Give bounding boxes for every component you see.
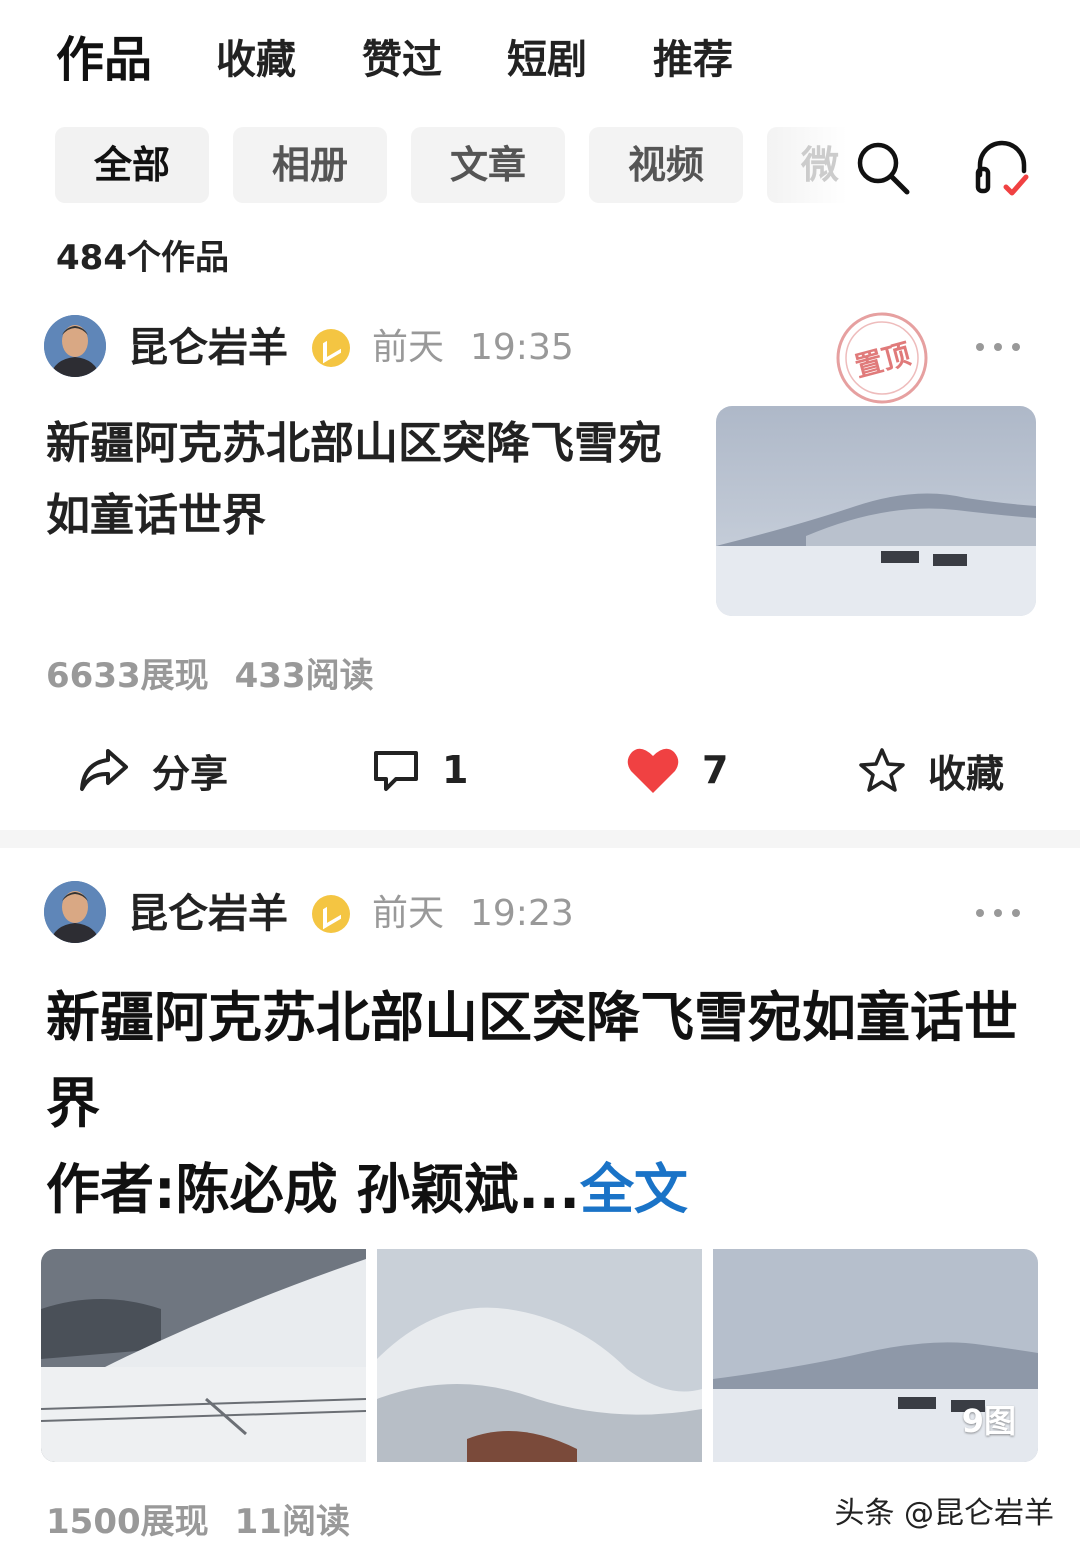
- post-day: 前天: [372, 893, 445, 934]
- gallery-image-1[interactable]: [41, 1249, 366, 1462]
- tab-short-drama[interactable]: 短剧: [507, 30, 587, 90]
- heart-icon: [627, 748, 679, 793]
- tab-liked[interactable]: 赞过: [362, 30, 442, 90]
- favorite-label: 收藏: [928, 751, 1005, 796]
- filter-articles[interactable]: 文章: [411, 127, 565, 203]
- verified-icon: [312, 329, 350, 367]
- filter-micro[interactable]: 微: [767, 127, 847, 203]
- impressions-count: 6633展现: [46, 656, 209, 696]
- star-icon: [859, 748, 905, 792]
- post-author-line: 作者:陈必成 孙颖斌...全文: [46, 1158, 688, 1221]
- impressions-count: 1500展现: [46, 1502, 209, 1542]
- post-stats: 6633展现 433阅读: [46, 648, 374, 697]
- pinned-stamp-icon: 置顶: [836, 312, 928, 404]
- full-text-link[interactable]: 全文: [580, 1158, 688, 1221]
- author-avatar[interactable]: [44, 881, 106, 943]
- favorite-button[interactable]: 收藏: [858, 730, 1004, 810]
- comment-button[interactable]: 1: [372, 730, 468, 810]
- headset-icon[interactable]: [972, 137, 1032, 197]
- post-day: 前天: [372, 327, 445, 368]
- share-label: 分享: [152, 751, 229, 796]
- watermark: 头条 @昆仑岩羊: [834, 1496, 1054, 1531]
- gallery-image-3[interactable]: 9图: [713, 1249, 1038, 1462]
- tab-works[interactable]: 作品: [56, 30, 152, 90]
- like-button[interactable]: 7: [626, 730, 728, 810]
- post-title[interactable]: 新疆阿克苏北部山区突降飞雪宛如童话世界: [46, 408, 696, 552]
- author-name[interactable]: 昆仑岩羊: [128, 318, 288, 378]
- post-stats: 1500展现 11阅读: [46, 1494, 350, 1543]
- pinned-label: 置顶: [851, 337, 914, 383]
- works-count: 484个作品: [56, 238, 229, 278]
- section-divider: [0, 830, 1080, 848]
- filter-albums[interactable]: 相册: [233, 127, 387, 203]
- post-text[interactable]: 新疆阿克苏北部山区突降飞雪宛如童话世界 作者:陈必成 孙颖斌...全文: [46, 975, 1046, 1233]
- author-name[interactable]: 昆仑岩羊: [128, 884, 288, 944]
- post-thumbnail[interactable]: [716, 406, 1036, 616]
- reads-count: 11阅读: [234, 1502, 350, 1542]
- top-tab-bar: 作品 收藏 赞过 短剧 推荐: [0, 0, 1080, 120]
- post-time: 19:23: [470, 893, 574, 934]
- filter-all[interactable]: 全部: [55, 127, 209, 203]
- filter-bar: 全部 相册 文章 视频 微: [0, 127, 1080, 205]
- like-count: 7: [702, 748, 729, 792]
- gallery-image-2[interactable]: [377, 1249, 702, 1462]
- filter-videos[interactable]: 视频: [589, 127, 743, 203]
- share-button[interactable]: 分享: [78, 730, 228, 810]
- comment-icon: [374, 751, 418, 791]
- comment-count: 1: [442, 748, 469, 792]
- post-title: 新疆阿克苏北部山区突降飞雪宛如童话世界: [46, 986, 1018, 1135]
- more-options-icon[interactable]: [976, 340, 1022, 352]
- reads-count: 433阅读: [234, 656, 374, 696]
- more-options-icon[interactable]: [976, 906, 1022, 918]
- image-count-badge: 9图: [961, 1402, 1016, 1440]
- post-time: 19:35: [470, 327, 574, 368]
- tab-favorites[interactable]: 收藏: [216, 30, 296, 90]
- post-actions: 分享 1 7 收藏: [0, 730, 1080, 810]
- search-icon[interactable]: [852, 137, 912, 197]
- tab-recommend[interactable]: 推荐: [653, 30, 733, 90]
- share-icon: [80, 749, 128, 791]
- verified-icon: [312, 895, 350, 933]
- author-avatar[interactable]: [44, 315, 106, 377]
